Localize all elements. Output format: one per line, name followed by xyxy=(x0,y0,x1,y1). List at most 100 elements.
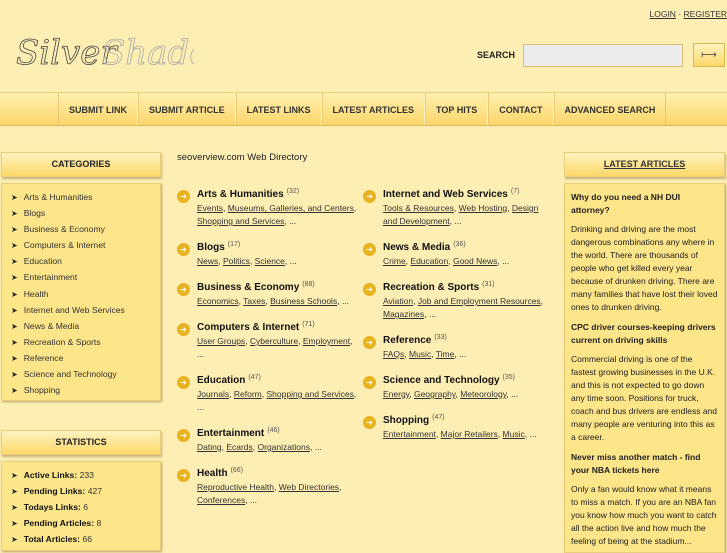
nav-submit-article[interactable]: SUBMIT ARTICLE xyxy=(138,93,236,125)
category-item[interactable]: ➤ Reference xyxy=(11,350,160,366)
category-title-link[interactable]: Education xyxy=(197,371,245,388)
subcategory-link[interactable]: Education xyxy=(410,256,448,266)
category-label[interactable]: Health xyxy=(24,289,49,299)
category-item[interactable]: ➤Arts & Humanities xyxy=(11,189,160,205)
category-item[interactable]: ➤News & Media xyxy=(11,318,160,334)
category-label[interactable]: Reference xyxy=(24,353,64,363)
subcategory-link[interactable]: Organizations xyxy=(258,442,310,452)
subcategory-link[interactable]: Reform xyxy=(234,389,262,399)
arrow-circle-icon: ➔ xyxy=(177,469,190,482)
search-label: SEARCH xyxy=(477,50,515,60)
category-item[interactable]: ➤Shopping xyxy=(11,382,160,398)
category-title-link[interactable]: Internet and Web Services xyxy=(383,185,508,202)
subcategory-link[interactable]: Job and Employment Resources xyxy=(418,296,541,306)
category-title-link[interactable]: Recreation & Sports xyxy=(383,278,479,295)
nav-latest-links[interactable]: LATEST LINKS xyxy=(236,93,322,125)
category-item[interactable]: ➤Recreation & Sports xyxy=(11,334,160,350)
subcategory-link[interactable]: Events xyxy=(197,203,223,213)
nav-submit-link[interactable]: SUBMIT LINK xyxy=(58,93,138,125)
subcategory-link[interactable]: Music xyxy=(503,429,525,439)
category-label[interactable]: Computers & Internet xyxy=(24,240,106,250)
category-item[interactable]: ➤Computers & Internet xyxy=(11,237,160,253)
subcategory-link[interactable]: Music xyxy=(409,349,431,359)
nav-latest-articles[interactable]: LATEST ARTICLES xyxy=(322,93,426,125)
subcategory-link[interactable]: User Groups xyxy=(197,336,245,346)
category-label[interactable]: Arts & Humanities xyxy=(24,192,93,202)
category-title-link[interactable]: Shopping xyxy=(383,411,429,428)
subcategory-link[interactable]: Shopping and Services xyxy=(197,216,284,226)
search-button[interactable]: ⟼ xyxy=(693,43,725,67)
category-title-link[interactable]: Computers & Internet xyxy=(197,318,299,335)
article-summary: Commercial driving is one of the fastest… xyxy=(571,353,718,444)
subcategory-link[interactable]: Time xyxy=(436,349,455,359)
category-item[interactable]: ➤Science and Technology xyxy=(11,366,160,382)
arrow-circle-icon: ➔ xyxy=(177,283,190,296)
subcategory-link[interactable]: Geography xyxy=(414,389,455,399)
site-logo[interactable]: Silver Shadow xyxy=(14,14,194,84)
subcategory-link[interactable]: Cyberculture xyxy=(250,336,298,346)
nav-advanced-search[interactable]: ADVANCED SEARCH xyxy=(554,93,667,125)
subcategory-link[interactable]: FAQs xyxy=(383,349,404,359)
subcategory-link[interactable]: Energy xyxy=(383,389,409,399)
subcategory-link[interactable]: Aviation xyxy=(383,296,413,306)
category-title-link[interactable]: Business & Economy xyxy=(197,278,299,295)
article-title[interactable]: CPC driver courses-keeping drivers curre… xyxy=(571,321,718,347)
category-title-link[interactable]: News & Media xyxy=(383,238,450,255)
subcategory-link[interactable]: Shopping and Services xyxy=(266,389,353,399)
subcategory-link[interactable]: Meteorology xyxy=(460,389,506,399)
register-link[interactable]: REGISTER xyxy=(684,9,727,19)
subcategory-link[interactable]: Politics xyxy=(223,256,250,266)
category-label[interactable]: Entertainment xyxy=(24,272,78,282)
category-item[interactable]: ➤Entertainment xyxy=(11,269,160,285)
subcategory-link[interactable]: Web Hosting xyxy=(459,203,508,213)
category-title-link[interactable]: Entertainment xyxy=(197,424,264,441)
category-item[interactable]: ➤Health xyxy=(11,286,160,302)
categories-panel: ➤Arts & Humanities➤Blogs➤Business & Econ… xyxy=(1,183,161,401)
category-item[interactable]: ➤Blogs xyxy=(11,205,160,221)
subcategory-link[interactable]: Ecards xyxy=(226,442,252,452)
category-item[interactable]: ➤Business & Economy xyxy=(11,221,160,237)
article-title[interactable]: Never miss another match - find your NBA… xyxy=(571,451,718,477)
search-input[interactable] xyxy=(523,44,683,67)
category-title-link[interactable]: Science and Technology xyxy=(383,371,500,388)
subcategory-link[interactable]: Magazines xyxy=(383,309,424,319)
subcategory-link[interactable]: Crime xyxy=(383,256,406,266)
subcategory-link[interactable]: Economics xyxy=(197,296,239,306)
chevron-right-icon: ➤ xyxy=(11,354,18,363)
subcategory-link[interactable]: News xyxy=(197,256,218,266)
category-title-link[interactable]: Arts & Humanities xyxy=(197,185,284,202)
subcategory-link[interactable]: Business Schools xyxy=(270,296,337,306)
subcategory-link[interactable]: Conferences xyxy=(197,495,245,505)
subcategory-link[interactable]: Taxes xyxy=(243,296,265,306)
subcategory-link[interactable]: Museums, Galleries, and Centers xyxy=(228,203,354,213)
category-label[interactable]: Internet and Web Services xyxy=(24,305,125,315)
category-item[interactable]: ➤Internet and Web Services xyxy=(11,302,160,318)
category-title-link[interactable]: Reference xyxy=(383,331,431,348)
category-label[interactable]: Recreation & Sports xyxy=(24,337,101,347)
category-label[interactable]: News & Media xyxy=(24,321,79,331)
subcategory-link[interactable]: Major Retailers xyxy=(441,429,498,439)
subcategory-link[interactable]: Good News xyxy=(453,256,497,266)
nav-top-hits[interactable]: TOP HITS xyxy=(425,93,488,125)
nav-contact[interactable]: CONTACT xyxy=(488,93,553,125)
subcategory-link[interactable]: Web Directories xyxy=(279,482,339,492)
subcategory-link[interactable]: Employment xyxy=(303,336,350,346)
category-label[interactable]: Science and Technology xyxy=(24,369,117,379)
category-label[interactable]: Shopping xyxy=(24,385,60,395)
category-title-link[interactable]: Blogs xyxy=(197,238,225,255)
account-links: LOGIN · REGISTER xyxy=(650,9,727,19)
subcategory-link[interactable]: Dating xyxy=(197,442,222,452)
article-title[interactable]: Why do you need a NH DUI attorney? xyxy=(571,191,718,217)
subcategory-link[interactable]: Entertainment xyxy=(383,429,436,439)
latest-articles-link[interactable]: LATEST ARTICLES xyxy=(604,159,686,169)
category-label[interactable]: Blogs xyxy=(24,208,46,218)
category-label[interactable]: Business & Economy xyxy=(24,224,105,234)
category-item[interactable]: ➤Education xyxy=(11,253,160,269)
subcategory-link[interactable]: Tools & Resources xyxy=(383,203,454,213)
subcategory-link[interactable]: Reproductive Health xyxy=(197,482,274,492)
category-title-link[interactable]: Health xyxy=(197,464,228,481)
subcategory-link[interactable]: Science xyxy=(255,256,285,266)
login-link[interactable]: LOGIN xyxy=(650,9,676,19)
category-label[interactable]: Education xyxy=(24,256,62,266)
subcategory-link[interactable]: Journals xyxy=(197,389,229,399)
